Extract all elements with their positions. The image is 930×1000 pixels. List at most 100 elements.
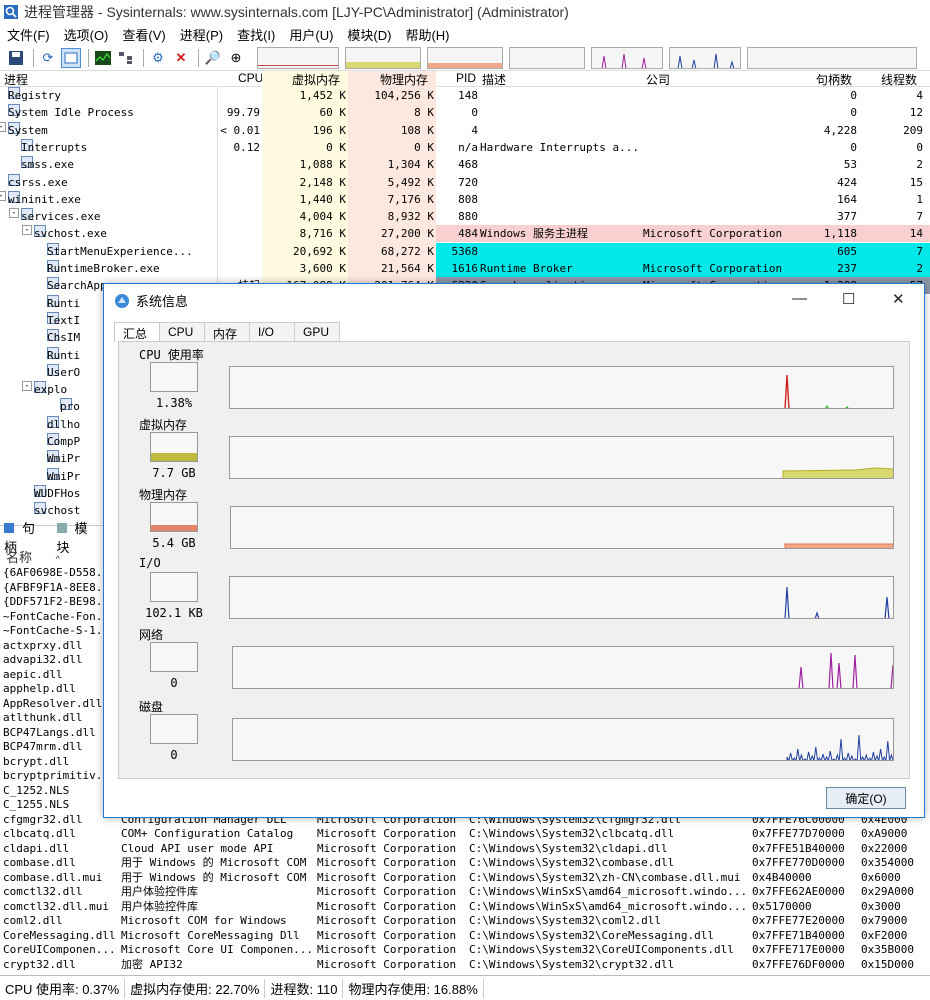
- process-row[interactable]: -wininit.exe 1,440 K 7,176 K 808 164 1: [0, 190, 930, 208]
- ok-button[interactable]: 确定(O): [826, 787, 906, 809]
- status-procs: 进程数: 110: [265, 978, 344, 998]
- module-base: 0x7FFE51B40000: [752, 841, 845, 855]
- refresh-icon[interactable]: ⟳: [38, 48, 58, 68]
- graph-icon[interactable]: [93, 48, 113, 68]
- io-mini-graph[interactable]: [509, 46, 585, 69]
- process-row[interactable]: System Idle Process 99.79 60 K 8 K 0 0 12: [0, 104, 930, 121]
- collapse-icon[interactable]: -: [0, 190, 6, 201]
- menu-file[interactable]: 文件(F): [0, 25, 57, 44]
- col-pid[interactable]: PID: [456, 71, 476, 85]
- process-row[interactable]: csrss.exe 2,148 K 5,492 K 720 424 15: [0, 173, 930, 191]
- process-row[interactable]: -System < 0.01 196 K 108 K 4 4,228 209: [0, 121, 930, 139]
- physical-mini-graph[interactable]: [427, 46, 503, 69]
- module-row[interactable]: clbcatq.dll COM+ Configuration Catalog Mic…: [0, 827, 930, 842]
- save-icon[interactable]: [6, 48, 26, 68]
- close-icon[interactable]: ✕: [892, 290, 905, 308]
- module-company: Microsoft Corporation: [317, 928, 457, 942]
- module-path: C:\Windows\System32\CoreMessaging.dll: [469, 928, 715, 942]
- kill-icon[interactable]: ✕: [171, 48, 191, 68]
- crosshair-icon[interactable]: ⊕: [226, 48, 246, 68]
- process-row[interactable]: - services.exe 4,004 K 8,932 K 880 377 7: [0, 208, 930, 225]
- process-row[interactable]: StartMenuExperience... 20,692 K 68,272 K 53…: [0, 242, 930, 260]
- menu-find[interactable]: 查找(I): [230, 25, 282, 44]
- tab-gpu[interactable]: GPU: [294, 322, 340, 342]
- col-cpu[interactable]: CPU: [238, 71, 263, 85]
- process-handles: 237: [837, 262, 857, 275]
- cpu-mini-graph[interactable]: [257, 46, 339, 69]
- lower-name-header[interactable]: 名称 ^: [0, 547, 110, 565]
- module-name: C_1252.NLS: [3, 783, 70, 797]
- module-path: C:\Windows\System32\CoreUIComponents.dll: [469, 943, 734, 956]
- module-path: C:\Windows\System32\combase.dll: [469, 856, 675, 869]
- menu-modules[interactable]: 模块(D): [340, 25, 398, 44]
- maximize-icon[interactable]: ☐: [842, 290, 855, 308]
- target-icon[interactable]: ⚙: [148, 48, 168, 68]
- tab-summary[interactable]: 汇总: [114, 322, 160, 342]
- process-row[interactable]: Interrupts 0.12 0 K 0 K n/a Hardware Interrup…: [0, 138, 930, 156]
- col-virtual[interactable]: 虚拟内存: [262, 71, 348, 88]
- minimize-icon[interactable]: —: [792, 290, 807, 307]
- collapse-icon[interactable]: -: [22, 225, 32, 236]
- process-row[interactable]: RuntimeBroker.exe 3,600 K 21,564 K 1616 Runt…: [0, 260, 930, 277]
- module-row[interactable]: crypt32.dll 加密 API32 Microsoft Corporation…: [0, 958, 930, 973]
- module-name: cldapi.dll: [3, 841, 70, 855]
- window-icon[interactable]: [61, 47, 81, 68]
- module-base: 0x7FFE717E0000: [752, 943, 845, 956]
- module-base: 0x5170000: [752, 899, 812, 913]
- disk-mini-graph[interactable]: [669, 46, 741, 69]
- handle-icon: [4, 522, 14, 533]
- process-name: Interrupts: [21, 140, 88, 154]
- toolbar-separator: [88, 48, 89, 67]
- menu-view[interactable]: 查看(V): [115, 25, 172, 44]
- process-threads: 12: [909, 106, 923, 120]
- process-row[interactable]: smss.exe 1,088 K 1,304 K 468 53 2: [0, 156, 930, 173]
- tab-cpu[interactable]: CPU: [159, 322, 205, 342]
- col-desc[interactable]: 描述: [482, 71, 506, 88]
- tab-memory[interactable]: 内存: [204, 322, 250, 342]
- process-handles: 4,228: [823, 123, 857, 137]
- module-icon: [56, 522, 67, 533]
- module-base: 0x7FFE77E20000: [752, 914, 845, 927]
- history-graph: [229, 436, 894, 479]
- module-row[interactable]: comctl32.dll.mui 用户体验控件库 Microsoft Corpora…: [0, 900, 930, 915]
- col-threads[interactable]: 线程数: [881, 71, 917, 88]
- module-row[interactable]: coml2.dll Microsoft COM for Windows Micros…: [0, 914, 930, 929]
- module-row[interactable]: combase.dll.mui 用于 Windows 的 Microsoft CO…: [0, 871, 930, 886]
- process-row[interactable]: Registry 1,452 K 104,256 K 148 0 4: [0, 87, 930, 104]
- process-vm: 60 K: [319, 106, 347, 120]
- menu-process[interactable]: 进程(P): [173, 25, 230, 44]
- module-name: {AFBF9F1A-8EE8...: [3, 580, 116, 594]
- menu-help[interactable]: 帮助(H): [398, 25, 456, 44]
- collapse-icon[interactable]: -: [9, 208, 19, 219]
- module-path: C:\Windows\System32\zh-CN\combase.dll.mu…: [469, 870, 741, 884]
- col-physical[interactable]: 物理内存: [348, 71, 436, 88]
- process-threads: 4: [916, 89, 923, 102]
- col-process[interactable]: 进程: [4, 71, 28, 88]
- module-row[interactable]: cldapi.dll Cloud API user mode API Microso…: [0, 842, 930, 857]
- module-row[interactable]: comctl32.dll 用户体验控件库 Microsoft Corporation…: [0, 885, 930, 900]
- system-info-dialog: 系统信息 — ☐ ✕ 汇总 CPU 内存 I/O GPU CPU 使用率 1.38…: [103, 283, 925, 818]
- module-row[interactable]: CoreMessaging.dll Microsoft CoreMessaging…: [0, 929, 930, 944]
- process-name: WmiPr: [47, 469, 81, 483]
- process-name: dllho: [47, 417, 81, 431]
- process-pid: 468: [458, 158, 478, 172]
- process-pid: 1616: [451, 262, 479, 275]
- process-threads: 1: [916, 192, 923, 206]
- process-handles: 377: [837, 210, 857, 224]
- module-row[interactable]: CoreUIComponen... Microsoft Core UI Compo…: [0, 943, 930, 958]
- tree-icon[interactable]: [116, 48, 136, 68]
- col-company[interactable]: 公司: [646, 71, 670, 88]
- gpu-mini-graph[interactable]: [747, 46, 917, 69]
- collapse-icon[interactable]: -: [22, 381, 32, 392]
- menu-options[interactable]: 选项(O): [57, 25, 116, 44]
- search-icon[interactable]: 🔎: [203, 48, 223, 68]
- process-name: RuntimeBroker.exe: [47, 262, 160, 275]
- process-row[interactable]: - svchost.exe 8,716 K 27,200 K 484 Windows 服务…: [0, 225, 930, 243]
- network-mini-graph[interactable]: [591, 46, 663, 69]
- collapse-icon[interactable]: -: [0, 121, 6, 132]
- tab-io[interactable]: I/O: [249, 322, 295, 342]
- menu-users[interactable]: 用户(U): [282, 25, 340, 44]
- module-row[interactable]: combase.dll 用于 Windows 的 Microsoft COM Mic…: [0, 856, 930, 871]
- col-handles[interactable]: 句柄数: [816, 71, 852, 88]
- commit-mini-graph[interactable]: [345, 46, 421, 69]
